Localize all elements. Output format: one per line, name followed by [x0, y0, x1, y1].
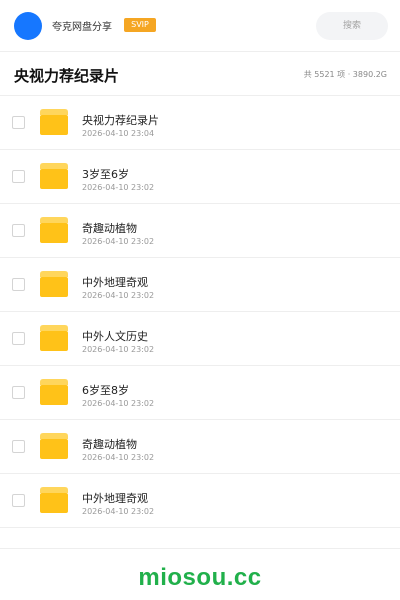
row-checkbox[interactable] [12, 440, 25, 453]
item-date: 2026-04-10 23:02 [82, 507, 155, 516]
item-date: 2026-04-10 23:02 [82, 291, 155, 300]
row-checkbox[interactable] [12, 494, 25, 507]
item-date: 2026-04-10 23:02 [82, 399, 155, 408]
item-date: 2026-04-10 23:02 [82, 183, 155, 192]
item-name: 奇趣动植物 [82, 438, 137, 451]
row-checkbox[interactable] [12, 170, 25, 183]
list-item[interactable]: 奇趣动植物 2026-04-10 23:02 [0, 420, 400, 474]
item-date: 2026-04-10 23:02 [82, 453, 155, 462]
svip-badge: SVIP [124, 18, 156, 32]
folder-icon [40, 487, 68, 513]
title-bar: 央视力荐纪录片 共 5521 项 · 3890.2G [0, 52, 400, 96]
item-name: 6岁至8岁 [82, 384, 129, 397]
folder-icon [40, 163, 68, 189]
list-item[interactable]: 中外地理奇观 2026-04-10 23:02 [0, 474, 400, 528]
username: 夸克网盘分享 [52, 22, 112, 33]
list-item[interactable]: 中外地理奇观 2026-04-10 23:02 [0, 258, 400, 312]
list-item[interactable]: 央视力荐纪录片 2026-04-10 23:04 [0, 96, 400, 150]
row-checkbox[interactable] [12, 278, 25, 291]
row-checkbox[interactable] [12, 386, 25, 399]
row-checkbox[interactable] [12, 116, 25, 129]
list-item[interactable]: 中外人文历史 2026-04-10 23:02 [0, 312, 400, 366]
item-name: 央视力荐纪录片 [82, 114, 159, 127]
item-name: 中外地理奇观 [82, 276, 148, 289]
avatar[interactable] [14, 12, 42, 40]
list-item[interactable]: 6岁至8岁 2026-04-10 23:02 [0, 366, 400, 420]
folder-icon [40, 271, 68, 297]
file-list: 央视力荐纪录片 2026-04-10 23:04 3岁至6岁 2026-04-1… [0, 96, 400, 528]
folder-icon [40, 325, 68, 351]
folder-icon [40, 379, 68, 405]
top-header: 夸克网盘分享 SVIP [0, 0, 400, 52]
item-name: 奇趣动植物 [82, 222, 137, 235]
folder-stats: 共 5521 项 · 3890.2G [303, 70, 387, 79]
footer: miosou.cc [0, 548, 400, 600]
item-date: 2026-04-10 23:04 [82, 129, 155, 138]
item-date: 2026-04-10 23:02 [82, 345, 155, 354]
search-input[interactable] [316, 12, 388, 40]
list-item[interactable]: 奇趣动植物 2026-04-10 23:02 [0, 204, 400, 258]
item-name: 中外人文历史 [82, 330, 148, 343]
item-date: 2026-04-10 23:02 [82, 237, 155, 246]
row-checkbox[interactable] [12, 332, 25, 345]
item-name: 中外地理奇观 [82, 492, 148, 505]
folder-icon [40, 109, 68, 135]
row-checkbox[interactable] [12, 224, 25, 237]
page-title: 央视力荐纪录片 [14, 67, 120, 85]
folder-icon [40, 433, 68, 459]
folder-icon [40, 217, 68, 243]
list-item[interactable]: 3岁至6岁 2026-04-10 23:02 [0, 150, 400, 204]
item-name: 3岁至6岁 [82, 168, 129, 181]
watermark: miosou.cc [138, 564, 262, 591]
